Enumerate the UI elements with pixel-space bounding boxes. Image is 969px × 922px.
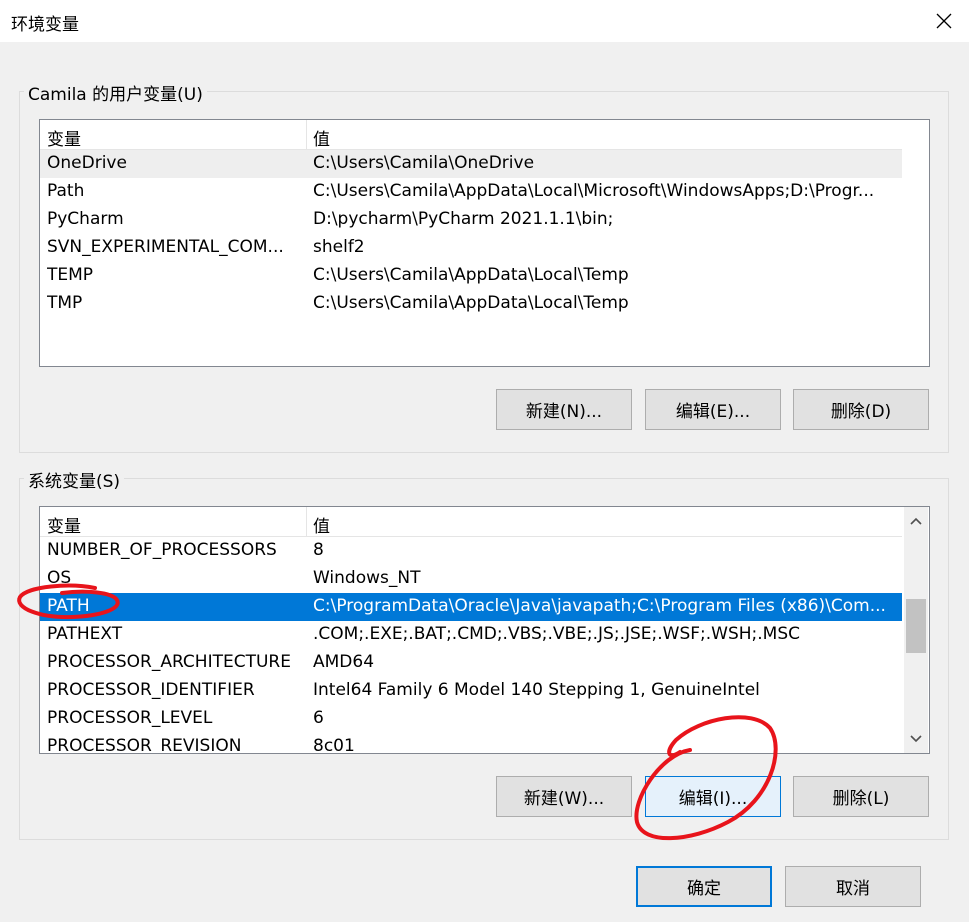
close-button[interactable] xyxy=(922,0,966,42)
variable-value: D:\pycharm\PyCharm 2021.1.1\bin; xyxy=(313,209,614,229)
variable-name: TEMP xyxy=(47,265,94,285)
variable-name: SVN_EXPERIMENTAL_COM... xyxy=(47,237,284,257)
list-header: 变量 值 xyxy=(40,507,902,537)
variable-value: C:\ProgramData\Oracle\Java\javapath;C:\P… xyxy=(313,596,886,616)
user-variables-list[interactable]: 变量 值 OneDrive C:\Users\Camila\OneDrive P… xyxy=(39,119,930,367)
variable-name: PROCESSOR_IDENTIFIER xyxy=(47,680,255,700)
column-header-value[interactable]: 值 xyxy=(313,125,330,150)
table-row[interactable]: PATHEXT .COM;.EXE;.BAT;.CMD;.VBS;.VBE;.J… xyxy=(40,621,902,649)
variable-value: C:\Users\Camila\AppData\Local\Temp xyxy=(313,265,629,285)
variable-name: NUMBER_OF_PROCESSORS xyxy=(47,540,277,560)
cancel-button[interactable]: 取消 xyxy=(785,866,921,907)
variable-name: OS xyxy=(47,568,72,588)
table-row[interactable]: PROCESSOR_ARCHITECTURE AMD64 xyxy=(40,649,902,677)
close-icon xyxy=(936,13,952,29)
variable-value: Windows_NT xyxy=(313,568,421,588)
variable-value: .COM;.EXE;.BAT;.CMD;.VBS;.VBE;.JS;.JSE;.… xyxy=(313,624,801,644)
variable-name: PROCESSOR_LEVEL xyxy=(47,708,213,728)
table-row[interactable]: PyCharm D:\pycharm\PyCharm 2021.1.1\bin; xyxy=(40,206,902,234)
user-edit-button[interactable]: 编辑(E)... xyxy=(645,389,781,430)
table-row[interactable]: PROCESSOR_IDENTIFIER Intel64 Family 6 Mo… xyxy=(40,677,902,705)
variable-value: 8 xyxy=(313,540,324,560)
table-row[interactable]: TEMP C:\Users\Camila\AppData\Local\Temp xyxy=(40,262,902,290)
table-row[interactable]: OS Windows_NT xyxy=(40,565,902,593)
table-row[interactable]: Path C:\Users\Camila\AppData\Local\Micro… xyxy=(40,178,902,206)
variable-value: 6 xyxy=(313,708,324,728)
system-edit-button[interactable]: 编辑(I)... xyxy=(645,776,781,817)
variable-value: C:\Users\Camila\AppData\Local\Temp xyxy=(313,293,629,313)
user-variables-label: Camila 的用户变量(U) xyxy=(24,80,207,105)
variable-name: PROCESSOR_ARCHITECTURE xyxy=(47,652,291,672)
system-variables-list[interactable]: 变量 值 NUMBER_OF_PROCESSORS 8 OS Windows_N… xyxy=(39,506,930,754)
user-new-button[interactable]: 新建(N)... xyxy=(496,389,632,430)
variable-name: PATHEXT xyxy=(47,624,123,644)
variable-value: Intel64 Family 6 Model 140 Stepping 1, G… xyxy=(313,680,760,700)
table-row[interactable]: TMP C:\Users\Camila\AppData\Local\Temp xyxy=(40,290,902,318)
variable-value: C:\Users\Camila\AppData\Local\Microsoft\… xyxy=(313,181,875,201)
variable-value: AMD64 xyxy=(313,652,375,672)
table-row[interactable]: OneDrive C:\Users\Camila\OneDrive xyxy=(40,150,902,178)
chevron-down-icon xyxy=(910,735,922,743)
variable-name: PyCharm xyxy=(47,209,124,229)
column-divider[interactable] xyxy=(306,507,307,536)
variable-name: PATH xyxy=(47,596,90,616)
window-title: 环境变量 xyxy=(11,15,79,35)
vertical-scrollbar[interactable] xyxy=(904,507,928,753)
variable-value: C:\Users\Camila\OneDrive xyxy=(313,153,535,173)
variable-value: shelf2 xyxy=(313,237,365,257)
column-header-value[interactable]: 值 xyxy=(313,512,330,537)
scroll-up-button[interactable] xyxy=(904,507,928,535)
chevron-up-icon xyxy=(910,517,922,525)
list-header: 变量 值 xyxy=(40,120,902,150)
table-row-selected[interactable]: PATH C:\ProgramData\Oracle\Java\javapath… xyxy=(40,593,902,621)
system-variables-label: 系统变量(S) xyxy=(24,467,125,492)
variable-name: PROCESSOR_REVISION xyxy=(47,736,242,754)
variable-name: TMP xyxy=(47,293,83,313)
column-header-name[interactable]: 变量 xyxy=(47,125,81,150)
system-delete-button[interactable]: 删除(L) xyxy=(793,776,929,817)
column-header-name[interactable]: 变量 xyxy=(47,512,81,537)
scroll-thumb[interactable] xyxy=(906,599,926,653)
table-row[interactable]: SVN_EXPERIMENTAL_COM... shelf2 xyxy=(40,234,902,262)
system-new-button[interactable]: 新建(W)... xyxy=(496,776,632,817)
variable-name: Path xyxy=(47,181,85,201)
variable-name: OneDrive xyxy=(47,153,127,173)
table-row[interactable]: NUMBER_OF_PROCESSORS 8 xyxy=(40,537,902,565)
variable-value: 8c01 xyxy=(313,736,355,754)
title-bar: 环境变量 xyxy=(0,0,969,42)
table-row[interactable]: PROCESSOR_REVISION 8c01 xyxy=(40,733,902,754)
ok-button[interactable]: 确定 xyxy=(636,866,772,907)
user-delete-button[interactable]: 删除(D) xyxy=(793,389,929,430)
scroll-down-button[interactable] xyxy=(904,725,928,753)
column-divider[interactable] xyxy=(306,120,307,149)
table-row[interactable]: PROCESSOR_LEVEL 6 xyxy=(40,705,902,733)
